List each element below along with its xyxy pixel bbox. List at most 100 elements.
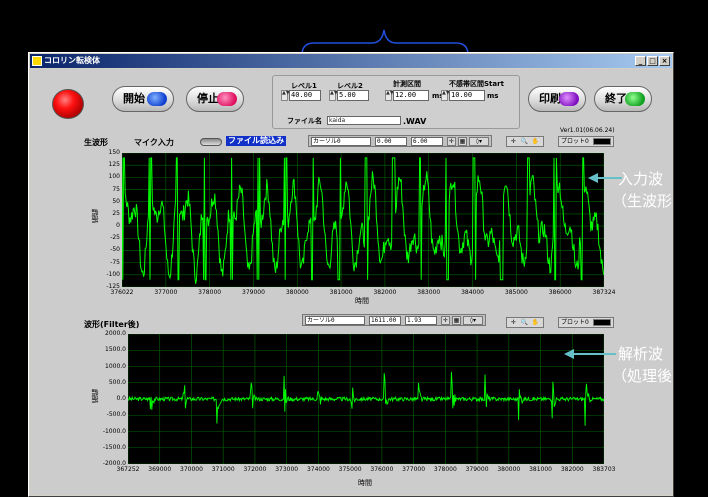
raw-cursor-x[interactable]: 0.00 xyxy=(375,137,407,146)
green-arrow-icon xyxy=(625,92,645,106)
filter-cursor-y[interactable]: 1.93 xyxy=(405,316,437,325)
status-led xyxy=(52,89,84,119)
crosshair-icon[interactable]: ✛ xyxy=(447,137,456,146)
window-title: コロリン転検体 xyxy=(44,56,100,65)
annotation-arrow-filter xyxy=(564,349,616,359)
level2-value[interactable]: 5.00 xyxy=(337,90,369,101)
raw-ytick: -75 xyxy=(110,258,120,266)
spinner-icon[interactable]: ▲▼ xyxy=(329,90,338,101)
raw-xtick: 385000 xyxy=(504,289,528,296)
start-button-label: 開始 xyxy=(123,92,145,105)
crosshair-icon[interactable]: ✛ xyxy=(441,316,450,325)
filter-xtick: 380000 xyxy=(497,466,521,473)
cursor-menu-icon[interactable]: ◊▾ xyxy=(469,137,489,146)
spinner-icon[interactable]: ▲▼ xyxy=(281,90,290,101)
raw-waveform xyxy=(122,153,604,287)
raw-xtick: 376022 xyxy=(110,289,134,296)
filter-plot-legend[interactable]: プロット0 xyxy=(558,317,614,328)
exit-button-label: 終了 xyxy=(605,92,627,105)
filter-graph-title: 波形(Filter後) xyxy=(84,320,140,329)
minimize-icon[interactable]: _ xyxy=(635,56,646,66)
cursor-style-icon[interactable]: ▦ xyxy=(452,316,461,325)
zoom-icon[interactable]: 🔍 xyxy=(520,138,529,146)
filter-ytick: 0.0 xyxy=(116,395,126,402)
filter-ytick: -1500.0 xyxy=(102,443,126,451)
deadband-control[interactable]: ▲▼ 10.00 xyxy=(441,90,485,101)
zoom-icon[interactable]: 🔍 xyxy=(520,319,529,327)
raw-ytick: -100 xyxy=(106,270,120,278)
filename-extension: .WAV xyxy=(403,117,427,126)
raw-xlabel: 時間 xyxy=(355,297,369,305)
raw-series-line xyxy=(122,157,604,284)
red-arrow-icon xyxy=(217,92,237,106)
measure-value[interactable]: 12.00 xyxy=(393,90,429,101)
annotation-raw-line2: （生波形 xyxy=(612,192,673,210)
filter-xtick: 373000 xyxy=(275,466,299,473)
stop-button[interactable]: 停止 xyxy=(186,86,244,112)
maximize-icon[interactable]: □ xyxy=(647,56,658,66)
settings-group: レベル1 ▲▼ 40.00 レベル2 ▲▼ 5.00 計測区間 ▲▼ 12.00… xyxy=(272,75,520,129)
filter-cursor-x[interactable]: 1611.00 xyxy=(369,316,401,325)
raw-cursor-y[interactable]: 6.00 xyxy=(411,137,443,146)
screenshot-stage: コロリン転検体 _ □ × 開始 停止 レベル1 ▲▼ 40.00 レベル2 ▲… xyxy=(0,0,708,497)
raw-ytick: -50 xyxy=(110,246,120,254)
raw-xtick: 377000 xyxy=(154,289,178,296)
level1-control[interactable]: ▲▼ 40.00 xyxy=(281,90,321,101)
filter-series-line xyxy=(128,371,604,426)
blue-arrow-icon xyxy=(147,92,167,106)
filter-xtick: 367252 xyxy=(116,466,140,473)
raw-ytick: -25 xyxy=(110,234,120,242)
pan-hand-icon[interactable]: ✋ xyxy=(531,319,540,327)
deadband-value[interactable]: 10.00 xyxy=(449,90,485,101)
annotation-filter-line2: （処理後 xyxy=(612,367,673,385)
filter-ytick: 1000.0 xyxy=(105,362,126,370)
raw-xtick: 382000 xyxy=(373,289,397,296)
raw-plot-area[interactable] xyxy=(122,153,604,287)
raw-plot-legend[interactable]: プロット0 xyxy=(558,136,614,147)
filter-xtick: 378000 xyxy=(433,466,457,473)
filter-plot-area[interactable] xyxy=(128,334,604,464)
filename-input[interactable]: kaida xyxy=(327,116,401,125)
raw-ytick: 125 xyxy=(108,161,120,169)
filter-cursor-name[interactable]: カーソル0 xyxy=(305,316,365,325)
measure-control[interactable]: ▲▼ 12.00 xyxy=(385,90,429,101)
deadband-label: 不感帯区間Start xyxy=(449,80,504,88)
filter-xlabel: 時間 xyxy=(358,479,372,487)
purple-arrow-icon xyxy=(559,92,579,106)
filter-xtick: 374000 xyxy=(306,466,330,473)
version-label: Ver1.01(06.06.24) xyxy=(560,127,615,134)
level1-value[interactable]: 40.00 xyxy=(289,90,321,101)
cursor-tool-icon[interactable]: ✛ xyxy=(509,138,518,146)
source-toggle-switch[interactable] xyxy=(200,138,222,146)
raw-xtick: 386000 xyxy=(548,289,572,296)
print-button-label: 印刷 xyxy=(539,92,561,105)
pan-hand-icon[interactable]: ✋ xyxy=(531,138,540,146)
cursor-style-icon[interactable]: ▦ xyxy=(458,137,467,146)
annotation-filter-line1: 解析波 xyxy=(618,345,664,363)
filter-ytick: 500.0 xyxy=(108,378,126,386)
start-button[interactable]: 開始 xyxy=(112,86,174,112)
close-icon[interactable]: × xyxy=(659,56,670,66)
plot-swatch-icon xyxy=(593,319,611,326)
spinner-icon[interactable]: ▲▼ xyxy=(385,90,394,101)
raw-cursor-name[interactable]: カーソル0 xyxy=(311,137,371,146)
raw-xtick: 381000 xyxy=(329,289,353,296)
filter-xtick: 375000 xyxy=(338,466,362,473)
cursor-tool-icon[interactable]: ✛ xyxy=(509,319,518,327)
filter-xtick: 370000 xyxy=(180,466,203,473)
raw-ytick: 25 xyxy=(112,209,120,217)
spinner-icon[interactable]: ▲▼ xyxy=(441,90,450,101)
raw-cursor-bar: カーソル0 0.00 6.00 ✛ ▦ ◊▾ xyxy=(308,135,492,147)
stop-button-label: 停止 xyxy=(197,92,219,105)
filter-ytick: -500.0 xyxy=(106,411,126,419)
exit-button[interactable]: 終了 xyxy=(594,86,652,112)
filter-graph-palette: ✛ 🔍 ✋ xyxy=(506,317,544,328)
cursor-menu-icon[interactable]: ◊▾ xyxy=(463,316,483,325)
plot-swatch-icon xyxy=(593,138,611,145)
level2-control[interactable]: ▲▼ 5.00 xyxy=(329,90,369,101)
filter-plot-legend-label: プロット0 xyxy=(561,319,589,326)
filter-waveform xyxy=(128,334,604,464)
filter-xtick: 379000 xyxy=(465,466,489,473)
print-button[interactable]: 印刷 xyxy=(528,86,586,112)
annotation-bracket xyxy=(301,29,469,56)
